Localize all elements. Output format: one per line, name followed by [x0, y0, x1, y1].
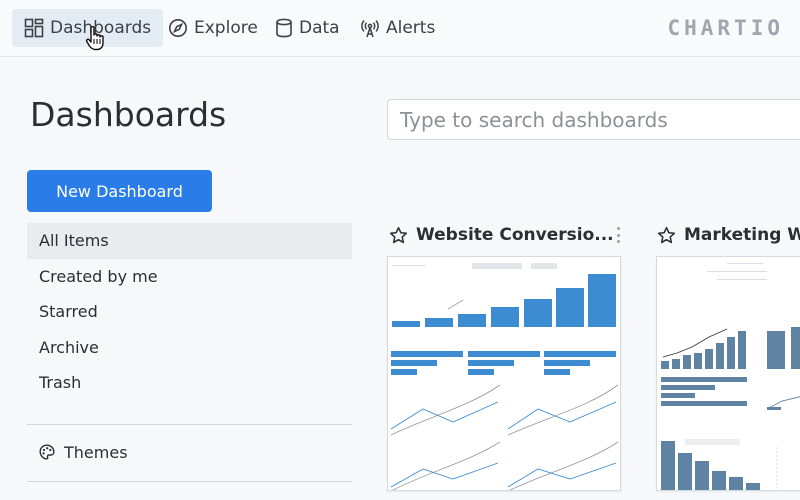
- star-outline-icon[interactable]: [389, 226, 408, 245]
- sidebar-item-themes[interactable]: Themes: [27, 435, 352, 469]
- page-title: Dashboards: [30, 95, 227, 134]
- card-title-marketing[interactable]: Marketing We: [657, 222, 800, 248]
- thumbnail-preview: [390, 263, 619, 490]
- palette-icon: [39, 444, 55, 460]
- nav-explore[interactable]: Explore: [156, 9, 270, 47]
- sidebar-item-starred[interactable]: Starred: [27, 294, 352, 330]
- sidebar-item-all-items[interactable]: All Items: [27, 223, 352, 259]
- top-navigation: Dashboards Explore Data Alerts CHARTIO: [0, 0, 800, 57]
- search-input[interactable]: [387, 99, 800, 140]
- antenna-icon: [361, 20, 379, 38]
- sidebar-filter-list: All Items Created by me Starred Archive …: [27, 223, 352, 401]
- dashboards-grid-icon: [24, 18, 44, 38]
- sidebar-divider: [27, 424, 352, 425]
- brand-logo: CHARTIO: [667, 16, 784, 40]
- dashboard-thumbnail-website-conversion[interactable]: [387, 256, 621, 491]
- sidebar-divider: [27, 481, 352, 482]
- star-outline-icon[interactable]: [657, 226, 676, 245]
- card-title-text: Website Conversio...: [416, 225, 614, 245]
- nav-data[interactable]: Data: [263, 9, 352, 47]
- nav-label: Data: [299, 18, 340, 38]
- themes-label: Themes: [64, 442, 128, 462]
- kebab-menu-icon[interactable]: [612, 225, 624, 245]
- nav-alerts[interactable]: Alerts: [348, 9, 447, 47]
- sidebar-item-created-by-me[interactable]: Created by me: [27, 259, 352, 295]
- database-icon: [276, 18, 292, 38]
- sidebar-item-trash[interactable]: Trash: [27, 365, 352, 401]
- thumbnail-preview: [661, 263, 800, 490]
- nav-label: Explore: [194, 18, 258, 38]
- nav-label: Alerts: [386, 18, 436, 38]
- dashboard-thumbnail-marketing[interactable]: [656, 256, 800, 491]
- sidebar-item-archive[interactable]: Archive: [27, 330, 352, 366]
- compass-icon: [169, 19, 187, 37]
- hand-cursor-icon: [85, 25, 104, 51]
- card-title-text: Marketing We: [684, 225, 800, 245]
- card-title-website-conversion[interactable]: Website Conversio...: [389, 222, 614, 248]
- new-dashboard-button[interactable]: New Dashboard: [27, 170, 212, 212]
